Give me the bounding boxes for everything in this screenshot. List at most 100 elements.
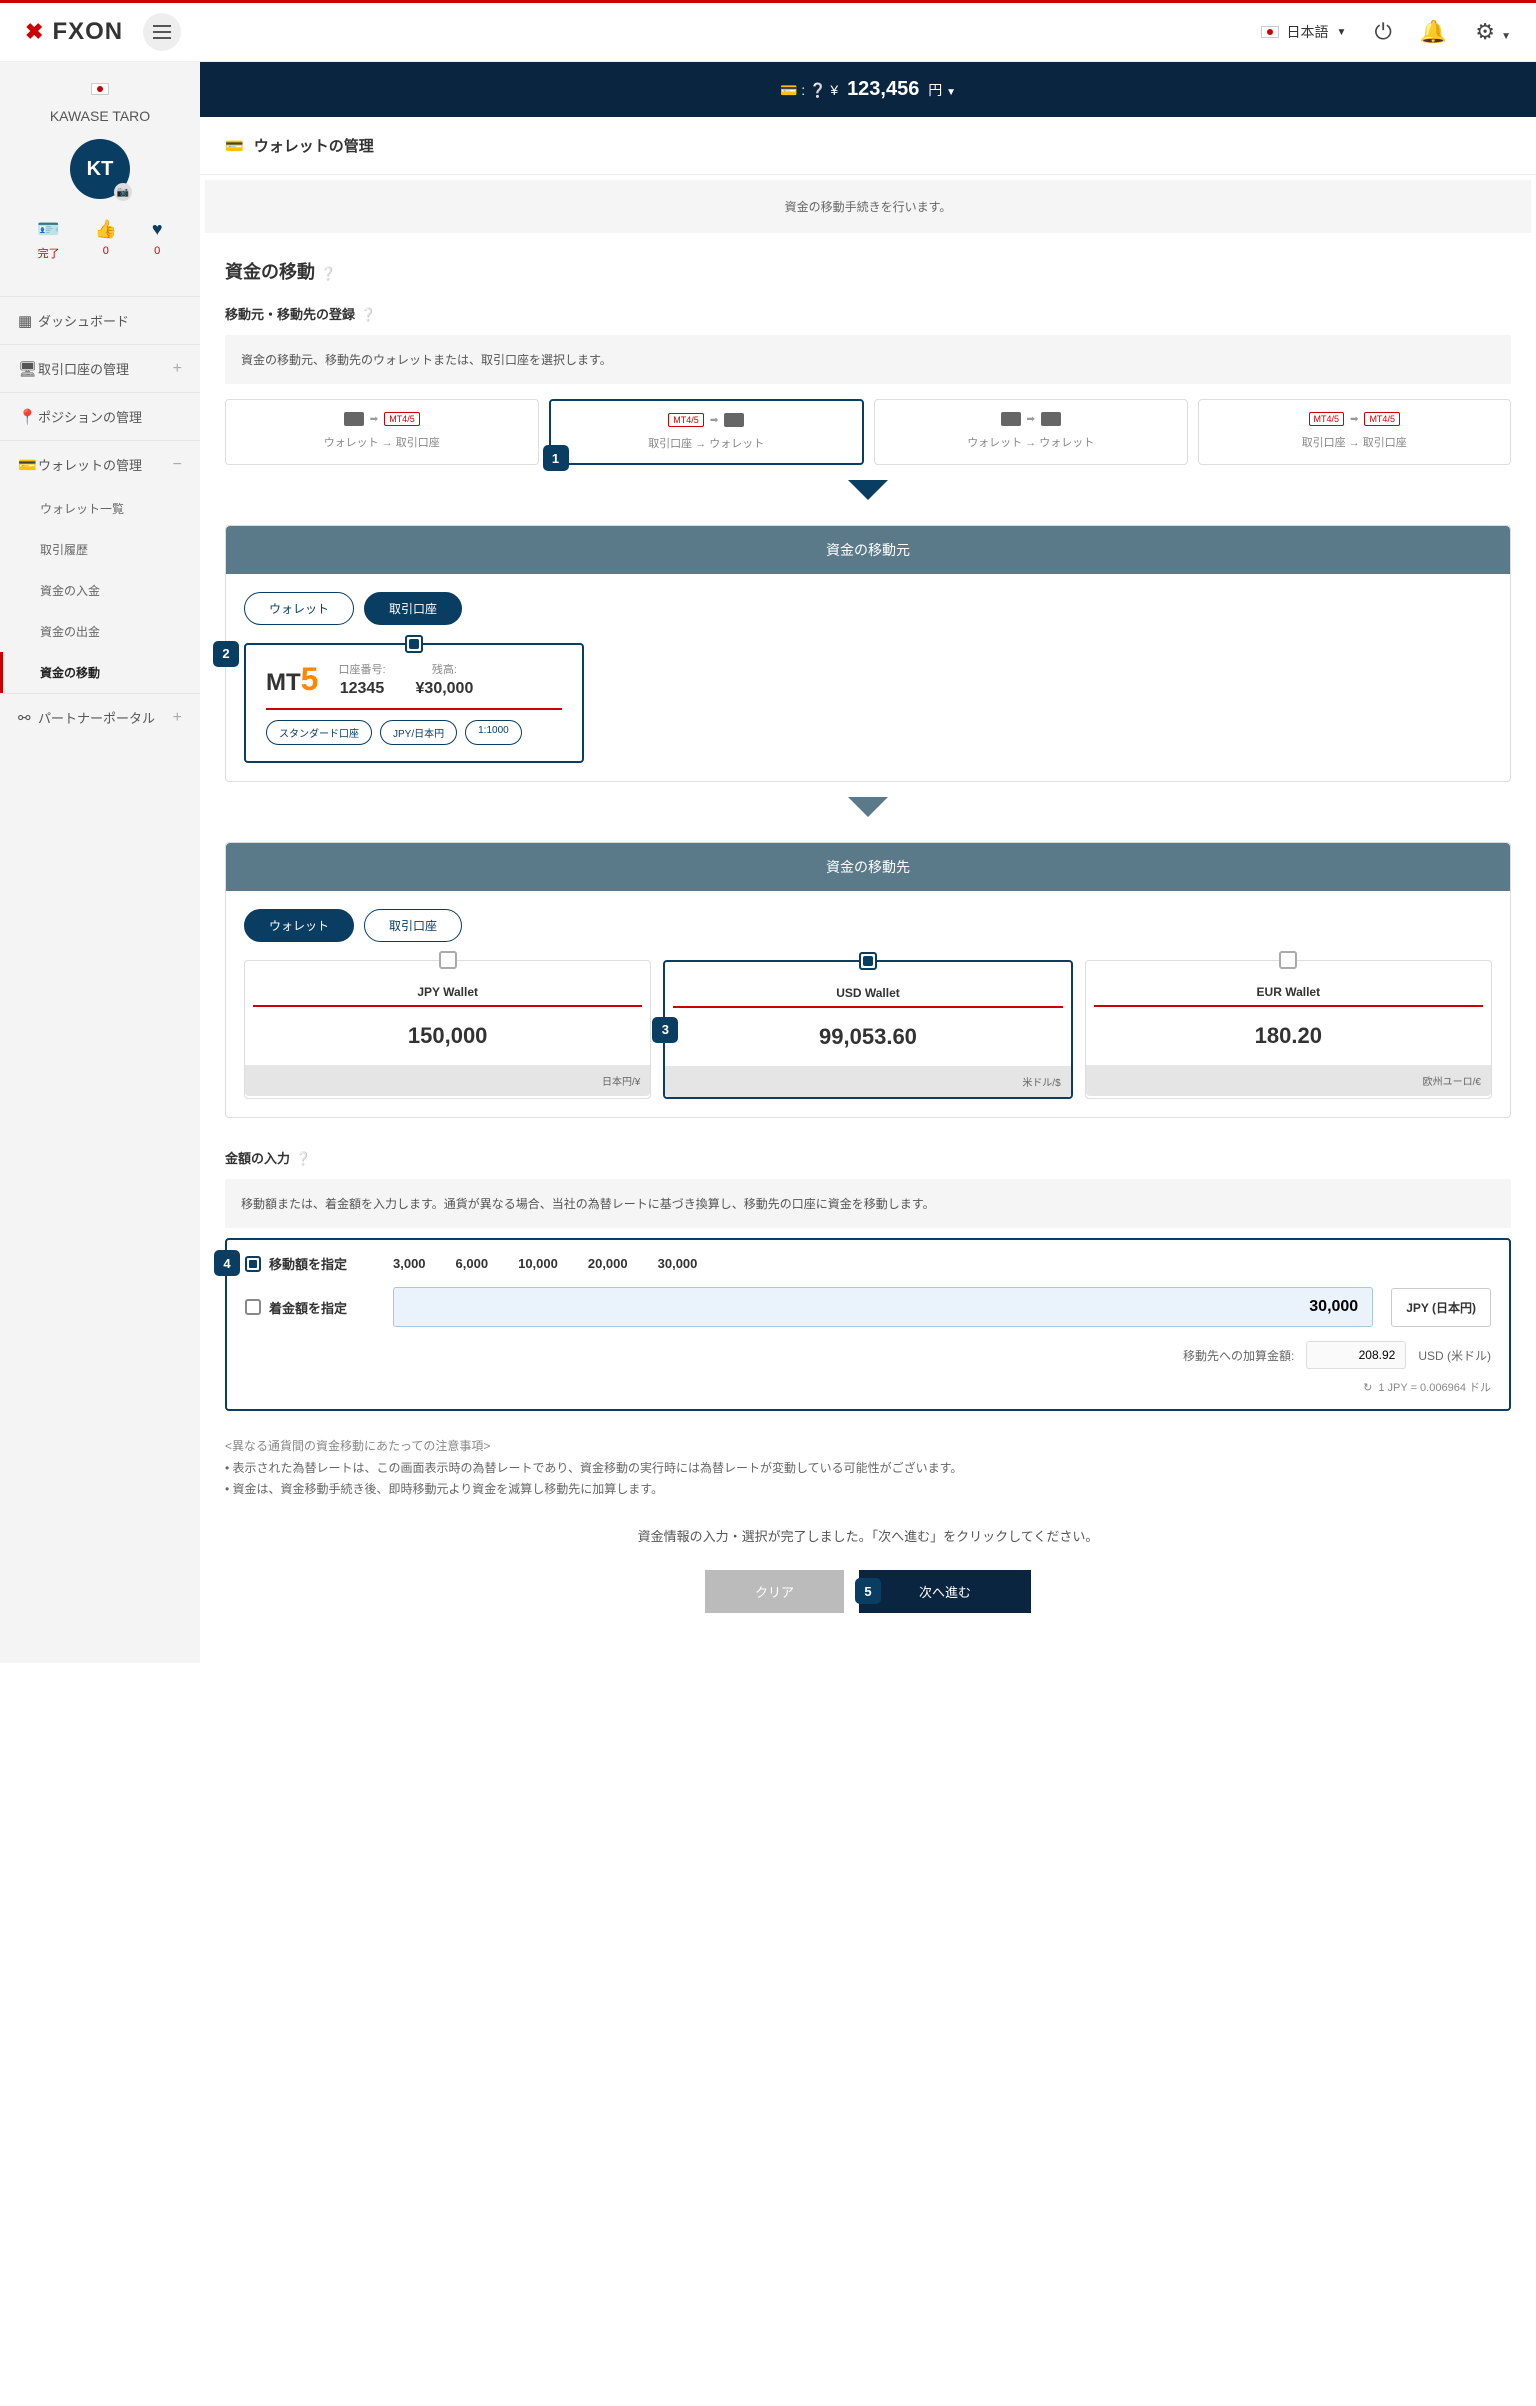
logo-text: FXON [52,18,123,46]
nav-positions[interactable]: 📍 ポジションの管理 [0,392,200,440]
notes-section: <異なる通貨間の資金移動にあたっての注意事項> • 表示された為替レートは、この… [225,1436,1511,1501]
help-icon[interactable]: ❔ [320,266,336,281]
info-strip: 資金の移動手続きを行います。 [205,180,1531,233]
monitor-icon: 🖥 [18,360,38,378]
arrow-right-icon: ➡ [370,414,378,425]
exchange-rate: 1 JPY = 0.006964 ドル [227,1379,1509,1409]
transfer-type-wallet-to-account[interactable]: ➡ MT4/5 ウォレット → 取引口座 [225,399,539,465]
bell-icon[interactable]: 🔔 [1420,19,1447,45]
section-title: 資金の移動❔ [225,258,1511,284]
amount-instruction: 移動額または、着金額を入力します。通貨が異なる場合、当社の為替レートに基づき換算… [225,1179,1511,1228]
dest-toggle-wallet[interactable]: ウォレット [244,909,354,942]
plus-icon: + [173,360,182,378]
step-badge-3: 3 [652,1017,678,1043]
mt5-logo: MT5 [266,661,318,698]
radio-icon [245,1256,261,1272]
badge-icon: 🪪 [37,219,59,240]
transfer-type-account-to-wallet[interactable]: 1 MT4/5 ➡ 取引口座 → ウォレット [549,399,865,465]
arrow-right-icon: ➡ [1350,414,1358,425]
flag-jp-icon [1261,26,1279,38]
partner-icon: ⚯ [18,709,38,727]
converted-label: 移動先への加算金額: [1183,1347,1294,1364]
help-icon[interactable]: ❔ [360,307,376,322]
checkbox-icon [859,952,877,970]
chevron-down-icon: ▼ [946,87,956,98]
converted-currency: USD (米ドル) [1418,1347,1491,1364]
main-header: ✖ FXON 日本語 ▼ ⏻ 🔔 ⚙ ▼ [0,3,1536,62]
step-badge-1: 1 [543,445,569,471]
avatar[interactable]: KT 📷 [70,139,130,199]
stat-complete: 🪪 完了 [37,219,59,261]
hamburger-menu[interactable] [143,13,181,51]
nav-wallet[interactable]: 💳 ウォレットの管理 − [0,440,200,488]
wallet-icon [1041,412,1061,426]
checkbox-icon [1279,951,1297,969]
checkbox-icon [439,951,457,969]
wallet-card-jpy[interactable]: JPY Wallet 150,000 日本円/¥ [244,960,651,1099]
nav-partner[interactable]: ⚯ パートナーポータル + [0,693,200,741]
nav-transfer[interactable]: 資金の移動 [0,652,200,693]
wallet-icon [724,413,744,427]
profile-section: KAWASE TARO KT 📷 🪪 完了 👍 0 ♥ 0 [0,62,200,271]
source-panel-header: 資金の移動元 [226,526,1510,574]
preset-amount[interactable]: 10,000 [518,1256,558,1271]
radio-icon [245,1299,261,1315]
plus-icon: + [173,709,182,727]
logo-icon: ✖ [25,19,44,45]
source-account-card[interactable]: MT5 口座番号: 12345 残高: ¥30,000 [244,643,584,763]
thumbs-up-icon: 👍 [95,219,117,240]
instruction-box: 資金の移動元、移動先のウォレットまたは、取引口座を選択します。 [225,335,1511,384]
chevron-down-icon: ▼ [1337,27,1347,38]
nav-accounts[interactable]: 🖥 取引口座の管理 + [0,344,200,392]
nav-wallet-list[interactable]: ウォレット一覧 [0,488,200,529]
account-tag: 1:1000 [465,720,522,745]
mt-badge-icon: MT4/5 [668,413,704,427]
gear-icon[interactable]: ⚙ ▼ [1475,19,1511,45]
dest-panel: 資金の移動先 ウォレット 取引口座 JPY Wallet 150,000 日本円… [225,842,1511,1118]
amount-input[interactable] [393,1287,1373,1327]
next-button[interactable]: 次へ進む [859,1570,1031,1613]
nav-dashboard[interactable]: ▦ ダッシュボード [0,296,200,344]
arrow-right-icon: ➡ [710,415,718,426]
preset-amount[interactable]: 20,000 [588,1256,628,1271]
balance-bar[interactable]: 💳 : ❔ ¥ 123,456 円 ▼ [200,62,1536,117]
minus-icon: − [173,456,182,474]
wallet-icon [344,412,364,426]
camera-icon[interactable]: 📷 [114,183,132,201]
logo: ✖ FXON [25,18,123,46]
source-toggle-account[interactable]: 取引口座 [364,592,462,625]
flag-jp-icon [91,83,109,95]
account-tag: スタンダード口座 [266,720,372,745]
arrow-right-icon: ➡ [1027,414,1035,425]
wallet-card-eur[interactable]: EUR Wallet 180.20 欧州ユーロ/€ [1085,960,1492,1099]
transfer-type-account-to-account[interactable]: MT4/5 ➡ MT4/5 取引口座 → 取引口座 [1198,399,1512,465]
converted-input[interactable] [1306,1341,1406,1369]
dest-toggle-account[interactable]: 取引口座 [364,909,462,942]
nav-history[interactable]: 取引履歴 [0,529,200,570]
profile-name: KAWASE TARO [10,108,190,124]
nav-withdraw[interactable]: 資金の出金 [0,611,200,652]
nav-deposit[interactable]: 資金の入金 [0,570,200,611]
clear-button[interactable]: クリア [705,1570,844,1613]
page-title: 💳 ウォレットの管理 [200,117,1536,175]
heart-icon: ♥ [152,219,163,240]
transfer-type-wallet-to-wallet[interactable]: ➡ ウォレット → ウォレット [874,399,1188,465]
mt-badge-icon: MT4/5 [1309,412,1345,426]
language-selector[interactable]: 日本語 ▼ [1261,22,1347,42]
amount-panel: 4 移動額を指定 3,000 6,000 10,000 20,000 30,00… [225,1238,1511,1411]
hamburger-icon [153,25,171,39]
preset-amount[interactable]: 30,000 [658,1256,698,1271]
preset-amount[interactable]: 3,000 [393,1256,426,1271]
wallet-icon: 💳 [18,456,38,474]
wallet-card-usd[interactable]: 3 USD Wallet 99,053.60 米ドル/$ [663,960,1072,1099]
dest-panel-header: 資金の移動先 [226,843,1510,891]
help-icon[interactable]: ❔ [295,1151,311,1166]
down-arrow-icon [225,480,1511,505]
source-toggle-wallet[interactable]: ウォレット [244,592,354,625]
checkbox-icon [405,635,423,653]
radio-receive-amount[interactable]: 着金額を指定 [245,1298,375,1317]
preset-amount[interactable]: 6,000 [456,1256,489,1271]
grid-icon: ▦ [18,312,38,330]
radio-transfer-amount[interactable]: 移動額を指定 [245,1254,375,1273]
power-icon[interactable]: ⏻ [1374,19,1391,45]
